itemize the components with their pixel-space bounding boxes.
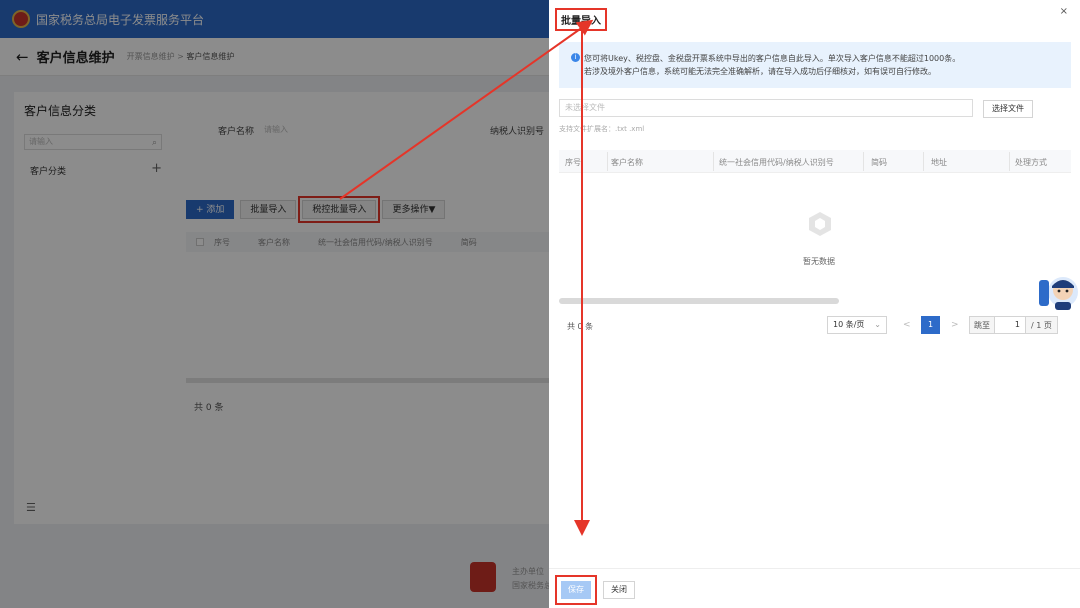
modal-overlay[interactable] [0, 0, 549, 608]
col-customer-name: 客户名称 [611, 158, 643, 167]
jump-to-page: 跳至 1 / 1 页 [969, 316, 1058, 334]
file-name-input[interactable]: 未选择文件 [559, 99, 973, 117]
prev-page-button[interactable]: < [903, 320, 911, 330]
info-line-1: 您可将Ukey、税控盘、金税盘开票系统中导出的客户信息自此导入。单次导入客户信息… [584, 54, 961, 63]
col-handling: 处理方式 [1015, 158, 1047, 167]
page-size-select[interactable]: 10 条/页 ⌄ [827, 316, 887, 334]
import-table-scrollbar[interactable] [559, 298, 839, 304]
close-button[interactable]: 关闭 [603, 581, 635, 599]
col-short-code: 简码 [871, 158, 887, 167]
info-line-2: 若涉及境外客户信息，系统可能无法完全准确解析，请在导入成功后仔细核对，如有误可自… [584, 67, 936, 76]
next-page-button[interactable]: > [951, 320, 959, 330]
empty-state-text: 暂无数据 [803, 257, 835, 266]
drawer-footer: 保存 关闭 [549, 568, 1080, 608]
page-number-1[interactable]: 1 [921, 316, 940, 334]
pager-total: 共 0 条 [567, 322, 594, 331]
jump-page-input[interactable]: 1 [994, 317, 1026, 333]
info-icon: i [571, 53, 580, 62]
info-alert: i 您可将Ukey、税控盘、金税盘开票系统中导出的客户信息自此导入。单次导入客户… [559, 42, 1071, 88]
choose-file-button[interactable]: 选择文件 [983, 100, 1033, 118]
empty-box-icon [809, 212, 831, 236]
col-tax-id: 统一社会信用代码/纳税人识别号 [719, 158, 834, 167]
batch-import-drawer: 批量导入 × i 您可将Ukey、税控盘、金税盘开票系统中导出的客户信息自此导入… [549, 0, 1080, 608]
close-icon[interactable]: × [1060, 6, 1068, 17]
drawer-title: 批量导入 [555, 8, 607, 31]
import-table-header: 序号 客户名称 统一社会信用代码/纳税人识别号 简码 地址 处理方式 [559, 150, 1071, 173]
col-address: 地址 [931, 158, 947, 167]
page-total: / 1 页 [1031, 320, 1052, 330]
page-size-value: 10 条/页 [833, 320, 865, 329]
supported-extensions: 支持文件扩展名：.txt .xml [559, 125, 645, 133]
save-button[interactable]: 保存 [555, 575, 597, 605]
jump-label: 跳至 [974, 320, 990, 330]
col-index: 序号 [565, 158, 581, 167]
chevron-down-icon: ⌄ [874, 320, 881, 329]
mascot-assistant-icon[interactable] [1037, 270, 1079, 314]
